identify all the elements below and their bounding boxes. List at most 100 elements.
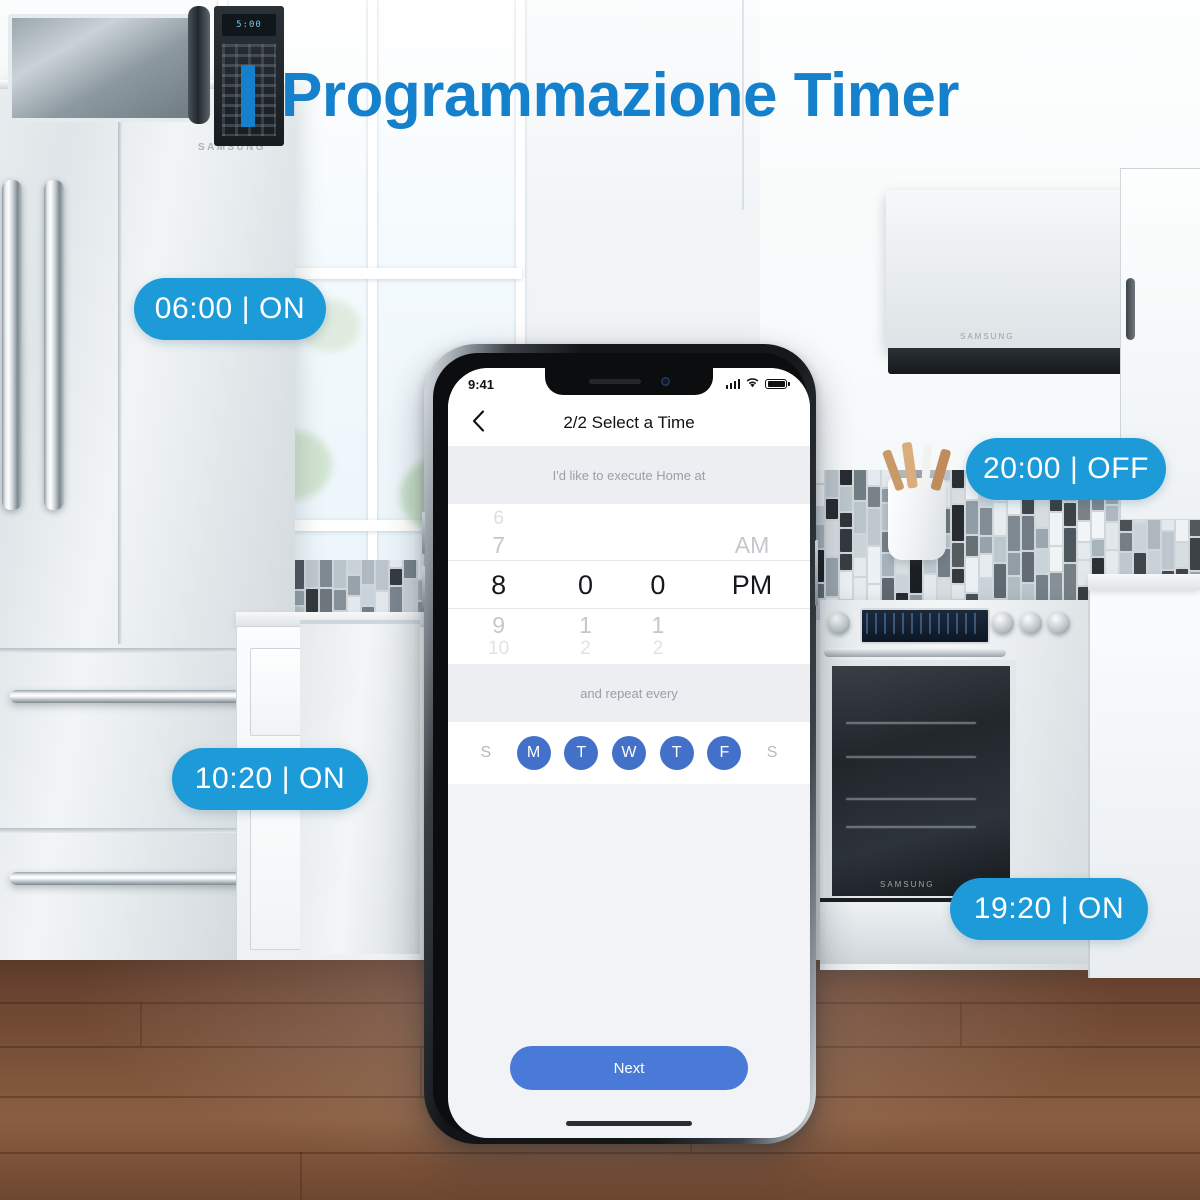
picker-row-faint-above: 7 AM xyxy=(448,530,810,560)
picker-row-faint-below-2: 10 2 2 xyxy=(448,638,810,660)
picker-row-faint-below: 9 1 1 xyxy=(448,610,810,640)
schedule-badge-0: 06:00 | ON xyxy=(134,278,326,340)
mosaic-tile xyxy=(854,535,866,556)
day-toggle-thursday[interactable]: T xyxy=(660,736,694,770)
hour-faint-below-2: 10 xyxy=(448,638,549,660)
mosaic-tile xyxy=(362,560,374,584)
range-knob xyxy=(828,612,850,634)
power-button[interactable] xyxy=(815,540,818,606)
meridiem-am: AM xyxy=(694,532,810,559)
wifi-icon xyxy=(745,375,760,393)
mosaic-tile xyxy=(1022,516,1034,550)
next-button[interactable]: Next xyxy=(510,1046,748,1090)
mosaic-tile xyxy=(1106,506,1118,521)
mosaic-tile xyxy=(980,579,992,601)
microwave-brand-logo: SAMSUNG xyxy=(960,332,1014,341)
mosaic-tile xyxy=(1106,523,1118,549)
hour-faint-2: 6 xyxy=(448,508,549,530)
fridge-drawer-handle-1 xyxy=(10,690,250,703)
earpiece-speaker-icon xyxy=(589,379,641,384)
fridge-drawer-handle-2 xyxy=(10,872,250,885)
mosaic-tile xyxy=(1176,518,1188,541)
mosaic-tile xyxy=(952,543,964,567)
back-button[interactable] xyxy=(464,409,492,437)
fridge-handle-right xyxy=(44,180,64,510)
mosaic-tile xyxy=(1036,529,1048,548)
mosaic-tile xyxy=(306,560,318,587)
mosaic-tile xyxy=(826,470,838,497)
fridge-handle-left xyxy=(2,180,22,510)
volume-up-button[interactable] xyxy=(422,512,425,554)
mosaic-tile xyxy=(1148,518,1160,549)
minute-ones-selected: 0 xyxy=(622,570,694,601)
range-knob xyxy=(1048,612,1070,634)
mosaic-tile xyxy=(1008,553,1020,575)
chevron-left-icon xyxy=(472,410,485,437)
day-toggle-wednesday[interactable]: W xyxy=(612,736,646,770)
mosaic-tile xyxy=(854,558,866,576)
mosaic-tile xyxy=(1008,516,1020,551)
mosaic-tile xyxy=(404,560,416,578)
range-brand-logo: SAMSUNG xyxy=(880,880,934,889)
mosaic-tile xyxy=(1050,513,1062,545)
mosaic-tile xyxy=(980,537,992,553)
mosaic-tile xyxy=(348,560,360,574)
mosaic-tile xyxy=(334,560,346,588)
mosaic-tile xyxy=(966,501,978,534)
home-indicator[interactable] xyxy=(566,1121,692,1126)
day-toggle-tuesday[interactable]: T xyxy=(564,736,598,770)
day-toggle-sunday[interactable]: S xyxy=(469,736,503,770)
mosaic-tile xyxy=(334,590,346,610)
nav-bar: 2/2 Select a Time xyxy=(448,400,810,446)
repeat-days-row: SMTWTFS xyxy=(448,722,810,784)
mosaic-tile xyxy=(348,576,360,595)
mosaic-tile xyxy=(868,509,880,545)
day-toggle-saturday[interactable]: S xyxy=(755,736,789,770)
mosaic-tile xyxy=(840,554,852,570)
smartphone: 9:41 2/2 Select a Time I'd like to execu… xyxy=(424,344,816,1144)
mosaic-tile xyxy=(994,503,1006,535)
day-toggle-friday[interactable]: F xyxy=(707,736,741,770)
mosaic-tile xyxy=(952,505,964,541)
battery-full-icon xyxy=(765,379,790,390)
hour-selected: 8 xyxy=(448,570,549,601)
mosaic-tile xyxy=(1036,575,1048,603)
schedule-badge-1: 20:00 | OFF xyxy=(966,438,1166,500)
mosaic-tile xyxy=(1092,540,1104,556)
picker-row-faint-above-2: 6 xyxy=(448,508,810,530)
mosaic-tile xyxy=(882,578,894,601)
meridiem-pm: PM xyxy=(694,570,810,601)
day-toggle-monday[interactable]: M xyxy=(517,736,551,770)
range-knob xyxy=(992,612,1014,634)
mosaic-tile xyxy=(404,580,416,613)
mosaic-tile xyxy=(1078,543,1090,559)
phone-screen: 9:41 2/2 Select a Time I'd like to execu… xyxy=(448,368,810,1138)
time-picker[interactable]: 6 7 AM 8 0 0 PM 9 1 1 10 2 2 xyxy=(448,504,810,664)
mosaic-tile xyxy=(1036,550,1048,573)
cellular-signal-icon xyxy=(726,379,741,389)
mosaic-tile xyxy=(952,490,964,503)
mosaic-tile xyxy=(952,569,964,583)
hour-faint-above: 7 xyxy=(448,532,549,559)
schedule-badge-3: 19:20 | ON xyxy=(950,878,1148,940)
mosaic-tile xyxy=(868,470,880,485)
mosaic-tile xyxy=(1064,564,1076,600)
counter-right xyxy=(1088,574,1200,590)
mosaic-tile xyxy=(1162,532,1174,569)
title-text: Programmazione Timer xyxy=(281,65,959,127)
schedule-badge-2: 10:20 | ON xyxy=(172,748,368,810)
mosaic-tile xyxy=(362,586,374,605)
mosaic-tile xyxy=(840,572,852,599)
mosaic-tile xyxy=(1078,522,1090,541)
oven-door xyxy=(826,660,1016,902)
execute-label: I'd like to execute Home at xyxy=(448,446,810,504)
mosaic-tile xyxy=(840,529,852,552)
cabinet-pull-upper xyxy=(1126,278,1135,340)
volume-down-button[interactable] xyxy=(422,566,425,608)
microwave-vent xyxy=(888,348,1148,374)
range-knob xyxy=(1020,612,1042,634)
mosaic-tile xyxy=(924,575,936,603)
minute-ones-faint-below-2: 2 xyxy=(622,638,694,660)
minute-tens-faint-below-2: 2 xyxy=(549,638,621,660)
mosaic-tile xyxy=(868,547,880,583)
